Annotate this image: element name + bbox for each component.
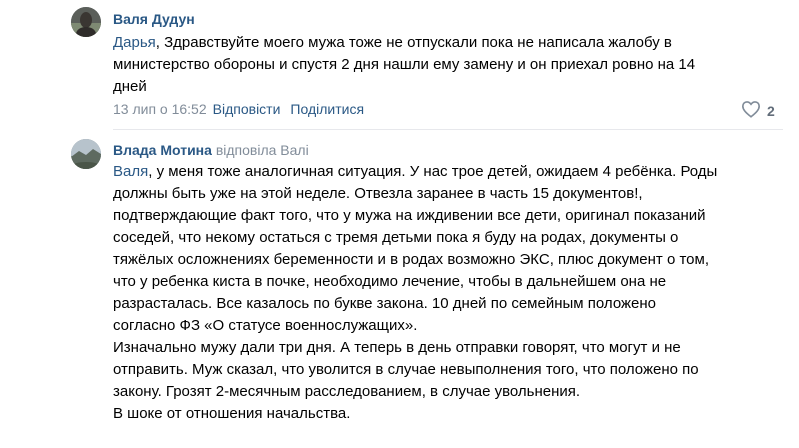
comment-text: Валя, у меня тоже аналогичная ситуация. … [113, 161, 793, 425]
avatar[interactable] [71, 7, 101, 37]
reply-button[interactable]: Відповісти [213, 101, 281, 117]
mention-link[interactable]: Валя [113, 163, 148, 180]
comment-author-line: Влада Мотина відповіла Валі [113, 142, 309, 158]
comment-text: Дарья, Здравствуйте моего мужа тоже не о… [113, 32, 773, 98]
like-count: 2 [767, 102, 775, 119]
replied-to-link[interactable]: відповіла Валі [216, 142, 309, 158]
comment-author[interactable]: Влада Мотина [113, 142, 212, 158]
comment-meta: 13 лип о 16:52 Відповісти Поділитися [113, 101, 364, 117]
comment-timestamp[interactable]: 13 лип о 16:52 [113, 101, 207, 117]
mention-link[interactable]: Дарья [113, 34, 156, 51]
like-button[interactable]: 2 [741, 100, 775, 121]
heart-outline-icon [741, 100, 761, 121]
comment-body: , Здравствуйте моего мужа тоже не отпуск… [113, 34, 696, 95]
comment-author[interactable]: Валя Дудун [113, 11, 195, 27]
avatar[interactable] [71, 139, 101, 169]
share-button[interactable]: Поділитися [290, 101, 364, 117]
comment-body: , у меня тоже аналогичная ситуация. У на… [113, 163, 718, 422]
comment-divider [113, 129, 783, 130]
